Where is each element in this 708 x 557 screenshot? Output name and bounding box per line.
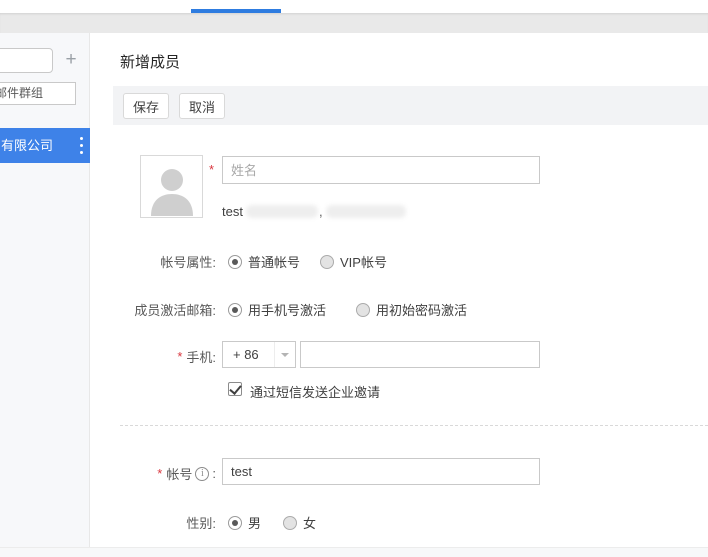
save-button[interactable]: 保存 [123,93,169,119]
name-required-asterisk: * [209,162,214,177]
activation-label: 成员激活邮箱: [90,300,216,319]
radio-label: 用手机号激活 [248,300,326,319]
account-label-colon: : [212,466,216,481]
radio-gender-male[interactable] [228,516,242,530]
cancel-button[interactable]: 取消 [179,93,225,119]
sidebar-item-mail-group[interactable]: 邮件群组 [0,82,76,105]
radio-vip-account[interactable] [320,255,334,269]
bottom-band [0,547,708,557]
radio-activate-by-phone[interactable] [228,303,242,317]
country-code-value: + 86 [233,342,259,367]
radio-label: VIP帐号 [340,252,387,271]
org-sidebar: + 邮件群组 有限公司 [0,33,90,547]
redacted-email-part [246,205,318,218]
sidebar-search-input[interactable] [0,48,53,73]
phone-input[interactable] [300,341,540,368]
country-code-select[interactable]: + 86 [222,341,296,368]
chevron-down-icon [274,342,295,367]
phone-label: * 手机: [90,347,216,366]
account-required-asterisk: * [157,466,162,481]
gender-label: 性别: [90,513,216,532]
avatar-placeholder[interactable] [140,155,203,218]
account-label-text: 帐号 [166,464,192,483]
radio-normal-account[interactable] [228,255,242,269]
radio-label: 普通帐号 [248,252,300,271]
name-input[interactable] [222,156,540,184]
more-options-icon[interactable] [79,137,83,154]
sms-invite-checkbox[interactable] [228,382,242,396]
company-label: 有限公司 [1,128,53,163]
form-toolbar: 保存 取消 [113,86,708,125]
person-silhouette-icon [149,164,195,216]
sms-invite-label: 通过短信发送企业邀请 [250,382,380,401]
radio-label: 女 [303,513,316,532]
activation-options: 用手机号激活 用初始密码激活 [228,300,467,319]
phone-label-text: 手机: [186,347,216,366]
top-toolbar-band [0,13,708,33]
radio-option: VIP帐号 [320,252,387,271]
section-divider [120,425,708,426]
account-type-label: 帐号属性: [90,252,216,271]
radio-option: 女 [283,513,316,532]
info-icon[interactable]: i [195,467,209,481]
radio-activate-by-password[interactable] [356,303,370,317]
email-prefix: test [222,204,243,219]
radio-option: 普通帐号 [228,252,300,271]
radio-option: 用手机号激活 [228,300,326,319]
radio-label: 男 [248,513,261,532]
redacted-email-part [326,205,406,218]
radio-option: 男 [228,513,261,532]
radio-gender-female[interactable] [283,516,297,530]
add-member-page: + 邮件群组 有限公司 新增成员 保存 取消 * test , 帐号属性: 普通… [0,0,708,557]
account-type-options: 普通帐号 VIP帐号 [228,252,387,271]
sidebar-item-company-selected[interactable]: 有限公司 [0,128,90,163]
phone-required-asterisk: * [177,349,182,364]
mail-group-label: 邮件群组 [0,83,75,104]
account-label: * 帐号 i : [90,464,216,483]
radio-option: 用初始密码激活 [356,300,467,319]
gender-options: 男 女 [228,513,316,532]
email-separator: , [319,204,323,219]
radio-label: 用初始密码激活 [376,300,467,319]
add-department-icon[interactable]: + [60,46,82,74]
account-input[interactable] [222,458,540,485]
page-title: 新增成员 [120,51,180,72]
generated-email-line: test , [222,203,406,219]
